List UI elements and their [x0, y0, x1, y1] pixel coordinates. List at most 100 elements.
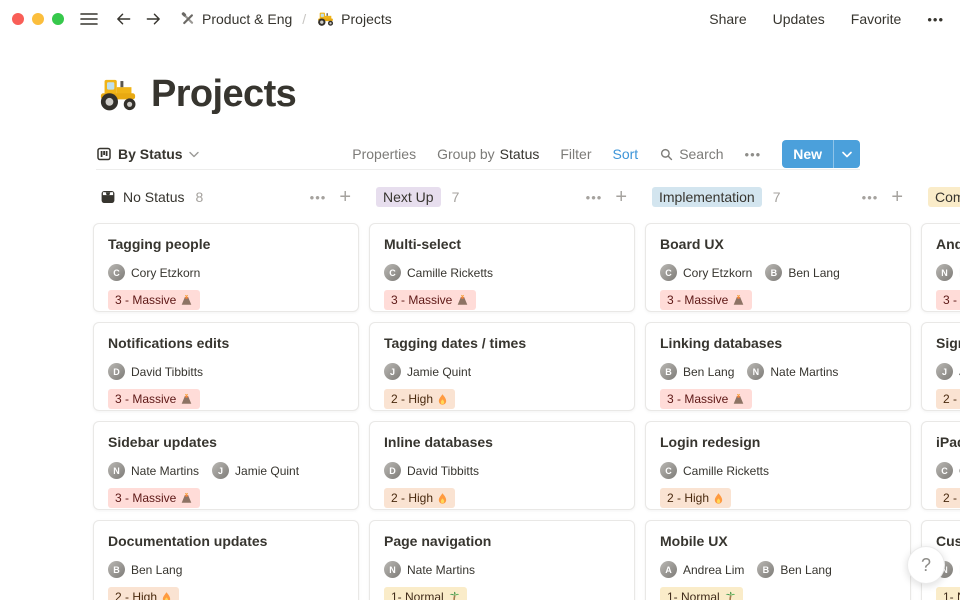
- group-by-button[interactable]: Group by Status: [437, 146, 539, 162]
- project-card[interactable]: And NN 3 -: [921, 223, 960, 312]
- column-name[interactable]: Com: [928, 187, 960, 207]
- priority-label: 2 - High: [391, 392, 433, 406]
- updates-button[interactable]: Updates: [773, 11, 825, 27]
- project-card[interactable]: Documentation updates BBen Lang 2 - High: [93, 520, 359, 600]
- priority-label: 3 - Massive: [115, 392, 176, 406]
- assignee-list: NNate Martins: [384, 561, 620, 578]
- project-card[interactable]: Tagging people CCory Etzkorn 3 - Massive: [93, 223, 359, 312]
- priority-badge: 3 - Massive: [660, 389, 752, 409]
- avatar: B: [660, 363, 677, 380]
- project-card[interactable]: Sign JJ 2 -: [921, 322, 960, 411]
- sort-button[interactable]: Sort: [613, 146, 639, 162]
- view-switcher[interactable]: By Status: [96, 146, 199, 162]
- column-name[interactable]: No Status: [123, 189, 184, 205]
- view-toolbar: By Status Properties Group by Status Fil…: [96, 139, 860, 170]
- minimize-window-button[interactable]: [32, 13, 44, 25]
- column-add-button[interactable]: +: [615, 187, 627, 207]
- project-card[interactable]: Login redesign CCamille Ricketts 2 - Hig…: [645, 421, 911, 510]
- card-list: And NN 3 - Sign JJ 2 - iPad CC 2 - Cus N…: [921, 223, 960, 600]
- assignee-list: BBen LangNNate Martins: [660, 363, 896, 380]
- avatar: C: [108, 264, 125, 281]
- project-card[interactable]: Inline databases DDavid Tibbitts 2 - Hig…: [369, 421, 635, 510]
- project-card[interactable]: iPad CC 2 -: [921, 421, 960, 510]
- card-title: And: [936, 235, 960, 253]
- avatar: N: [936, 264, 953, 281]
- priority-label: 3 - Massive: [391, 293, 452, 307]
- close-window-button[interactable]: [12, 13, 24, 25]
- assignee-list: AAndrea Lim BBen Lang: [660, 561, 896, 578]
- breadcrumb-label: Projects: [341, 11, 392, 27]
- breadcrumb-item-page[interactable]: Projects: [316, 11, 392, 27]
- view-more-icon[interactable]: •••: [745, 147, 762, 162]
- assignee: D David Tibbitts: [108, 363, 203, 380]
- new-dropdown-chevron-icon[interactable]: [833, 140, 860, 168]
- breadcrumb-item-workspace[interactable]: Product & Eng: [180, 11, 292, 27]
- project-card[interactable]: Linking databases BBen LangNNate Martins…: [645, 322, 911, 411]
- share-button[interactable]: Share: [709, 11, 746, 27]
- project-card[interactable]: Notifications edits D David Tibbitts 3 - …: [93, 322, 359, 411]
- assignee-name: Nate Martins: [407, 563, 475, 577]
- board-view-icon: [96, 146, 112, 162]
- priority-badge: 3 - Massive: [384, 290, 476, 310]
- help-button[interactable]: ?: [907, 546, 945, 584]
- project-card[interactable]: Multi-select CCamille Ricketts 3 - Massi…: [369, 223, 635, 312]
- assignee-list: CCory EtzkornBBen Lang: [660, 264, 896, 281]
- card-title: Notifications edits: [108, 334, 344, 352]
- back-arrow-icon[interactable]: [115, 11, 132, 27]
- chevron-down-icon: [189, 151, 199, 158]
- column-more-button[interactable]: •••: [862, 190, 879, 205]
- priority-badge: 2 -: [936, 389, 960, 409]
- priority-badge: 2 - High: [108, 587, 179, 600]
- filter-button[interactable]: Filter: [560, 146, 591, 162]
- more-options-icon[interactable]: •••: [927, 12, 944, 27]
- breadcrumb: Product & Eng / Projects: [180, 11, 392, 27]
- forward-arrow-icon[interactable]: [145, 11, 162, 27]
- column-add-button[interactable]: +: [891, 187, 903, 207]
- breadcrumb-label: Product & Eng: [202, 11, 292, 27]
- project-card[interactable]: Sidebar updates NNate MartinsJJamie Quin…: [93, 421, 359, 510]
- project-card[interactable]: Mobile UX AAndrea LimBBen Lang 1- Normal: [645, 520, 911, 600]
- priority-label: 2 - High: [667, 491, 709, 505]
- priority-badge: 3 - Massive: [108, 389, 200, 409]
- page-title[interactable]: Projects: [96, 73, 960, 116]
- column-name[interactable]: Next Up: [376, 187, 441, 207]
- card-title: Linking databases: [660, 334, 896, 352]
- assignee-name: Jamie Quint: [407, 365, 471, 379]
- column-name[interactable]: Implementation: [652, 187, 762, 207]
- priority-label: 1- N: [943, 590, 960, 600]
- card-title: Board UX: [660, 235, 896, 253]
- assignee: BBen Lang: [108, 561, 182, 578]
- assignee-list: D David Tibbitts: [108, 363, 344, 380]
- card-title: Documentation updates: [108, 532, 344, 550]
- properties-button[interactable]: Properties: [352, 146, 416, 162]
- zoom-window-button[interactable]: [52, 13, 64, 25]
- assignee-list: CC: [936, 462, 960, 479]
- assignee-name: David Tibbitts: [131, 365, 203, 379]
- search-button[interactable]: Search: [659, 146, 723, 162]
- priority-label: 1- Normal: [391, 590, 444, 600]
- sidebar-toggle-icon[interactable]: [80, 12, 98, 26]
- assignee-name: Camille Ricketts: [407, 266, 493, 280]
- avatar: D: [384, 462, 401, 479]
- project-card[interactable]: Page navigation NNate Martins 1- Normal: [369, 520, 635, 600]
- assignee: BBen Lang: [757, 561, 831, 578]
- new-button[interactable]: New: [782, 140, 833, 168]
- assignee: AAndrea Lim: [660, 561, 744, 578]
- priority-badge: 3 - Massive: [108, 290, 200, 310]
- badge-row: 2 - High: [108, 587, 344, 600]
- column-add-button[interactable]: +: [339, 187, 351, 207]
- column-more-button[interactable]: •••: [586, 190, 603, 205]
- board-column: Next Up 7 ••• + Multi-select CCamille Ri…: [369, 186, 635, 600]
- column-more-button[interactable]: •••: [310, 190, 327, 205]
- project-card[interactable]: Tagging dates / times JJamie Quint 2 - H…: [369, 322, 635, 411]
- board-column: Implementation 7 ••• + Board UX CCory Et…: [645, 186, 911, 600]
- priority-label: 2 - High: [115, 590, 157, 600]
- assignee-list: CCamille Ricketts: [660, 462, 896, 479]
- card-title: Page navigation: [384, 532, 620, 550]
- assignee-name: David Tibbitts: [407, 464, 479, 478]
- assignee-list: CCamille Ricketts: [384, 264, 620, 281]
- board-column: No Status 8 ••• + Tagging people CCory E…: [93, 186, 359, 600]
- project-card[interactable]: Board UX CCory EtzkornBBen Lang 3 - Mass…: [645, 223, 911, 312]
- avatar: D: [108, 363, 125, 380]
- favorite-button[interactable]: Favorite: [851, 11, 902, 27]
